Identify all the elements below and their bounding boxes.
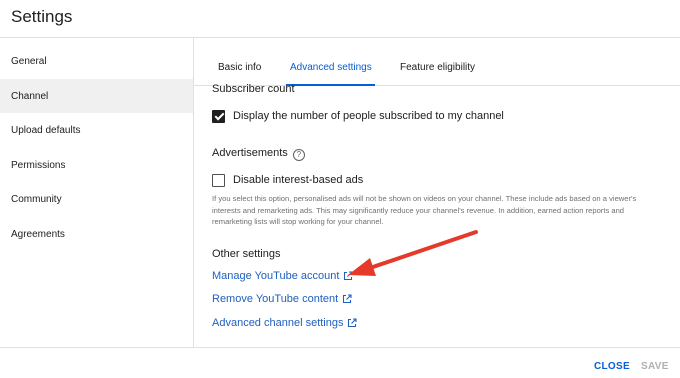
- interest-ads-option[interactable]: Disable interest-based ads: [212, 172, 363, 188]
- interest-ads-checkbox[interactable]: [212, 173, 225, 187]
- external-link-icon: [348, 318, 358, 328]
- help-circle-icon[interactable]: ?: [292, 149, 305, 161]
- close-button[interactable]: CLOSE: [594, 361, 630, 372]
- save-button[interactable]: SAVE: [641, 361, 669, 372]
- sidebar-item-label: General: [11, 56, 47, 67]
- external-link-icon: [343, 294, 352, 304]
- advertisements-heading: Advertisements?: [212, 147, 305, 161]
- dialog-footer: CLOSE SAVE: [0, 347, 680, 378]
- dialog-header: Settings: [0, 0, 680, 38]
- tab-feature-eligibility[interactable]: Feature eligibility: [400, 38, 480, 85]
- sidebar-item-general[interactable]: General: [0, 44, 193, 78]
- sidebar-item-channel[interactable]: Channel: [0, 79, 193, 113]
- settings-sidebar: General Channel Upload defaults Permissi…: [0, 38, 194, 347]
- subscriber-count-option[interactable]: Display the number of people subscribed …: [212, 108, 504, 124]
- manage-youtube-account-link[interactable]: Manage YouTube account: [212, 270, 353, 282]
- remove-youtube-content-link[interactable]: Remove YouTube content: [212, 293, 352, 305]
- annotation-arrow: [348, 230, 478, 276]
- settings-tabs: Basic info Advanced settings Feature eli…: [194, 38, 680, 86]
- advertisements-description: If you select this option, personalised …: [212, 194, 637, 226]
- advanced-channel-settings-link[interactable]: Advanced channel settings: [212, 317, 358, 329]
- sidebar-item-label: Channel: [11, 91, 49, 102]
- sidebar-item-label: Upload defaults: [11, 125, 81, 136]
- tab-basic-info[interactable]: Basic info: [218, 38, 264, 85]
- subscriber-count-heading: Subscriber count: [212, 83, 295, 95]
- other-settings-heading: Other settings: [212, 248, 281, 260]
- sidebar-item-community[interactable]: Community: [0, 182, 193, 216]
- sidebar-item-permissions[interactable]: Permissions: [0, 148, 193, 182]
- subscriber-count-label: Display the number of people subscribed …: [233, 110, 504, 122]
- sidebar-item-label: Community: [11, 194, 62, 205]
- sidebar-item-label: Permissions: [11, 160, 66, 171]
- interest-ads-label: Disable interest-based ads: [233, 174, 364, 186]
- dialog-title: Settings: [11, 7, 73, 26]
- sidebar-item-label: Agreements: [11, 229, 65, 240]
- sidebar-item-upload-defaults[interactable]: Upload defaults: [0, 113, 193, 147]
- subscriber-count-checkbox[interactable]: [212, 109, 225, 123]
- sidebar-item-agreements[interactable]: Agreements: [0, 217, 193, 251]
- tab-advanced-settings[interactable]: Advanced settings: [286, 38, 375, 86]
